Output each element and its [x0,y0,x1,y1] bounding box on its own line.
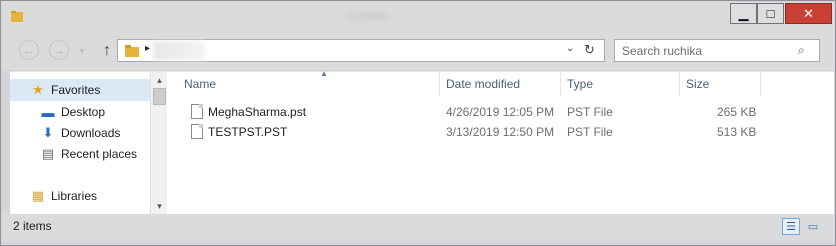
search-placeholder: Search ruchika [622,44,703,58]
column-header-date[interactable]: Date modified [441,72,561,96]
downloads-icon: ⬇ [42,125,54,140]
column-header-name[interactable]: ▲ Name [179,69,440,96]
window-title: ruchika [347,9,386,23]
sidebar-item-downloads[interactable]: ⬇ Downloads [10,122,150,144]
forward-button[interactable]: → [49,40,69,60]
status-bar: 2 items ☰ ▭ [2,214,834,241]
column-header-label: Type [567,77,594,91]
navigation-bar: ← → ▾ ↑ ▸ ⌄ ↻ Search ruchika ⌕ [2,30,834,70]
table-row[interactable]: TESTPST.PST 3/13/2019 12:50 PM PST File … [167,122,787,142]
file-date: 4/26/2019 12:05 PM [446,105,555,119]
up-button[interactable]: ↑ [96,40,118,62]
column-header-type[interactable]: Type [562,72,680,96]
libraries-icon: ▦ [31,188,45,203]
file-list: ▲ Name Date modified Type Size MeghaShar… [167,69,834,215]
search-icon[interactable]: ⌕ [798,43,805,58]
sidebar-item-label: Recent places [61,147,138,161]
close-button[interactable]: ✕ [785,3,832,24]
item-count: 2 items [13,219,52,233]
address-bar[interactable]: ▸ ⌄ ↻ [117,39,605,62]
sidebar-item-recent-places[interactable]: ▤ Recent places [10,143,150,165]
navigation-pane: ★ Favorites ▬ Desktop ⬇ Downloads ▤ Rece… [10,72,150,215]
search-input[interactable]: Search ruchika ⌕ [614,39,820,62]
scroll-down-icon[interactable]: ▾ [151,198,168,215]
recent-locations-button[interactable]: ▾ [75,40,89,62]
minimize-button[interactable]: ▁ [730,3,757,24]
sidebar-item-label: Desktop [61,105,106,119]
scrollbar-thumb[interactable] [153,88,166,105]
file-name: MeghaSharma.pst [208,105,307,119]
file-name: TESTPST.PST [208,125,288,139]
column-header-size[interactable]: Size [681,72,761,96]
large-icons-view-icon[interactable]: ▭ [804,218,822,235]
file-date: 3/13/2019 12:50 PM [446,125,555,139]
column-header-label: Date modified [446,77,521,91]
sidebar-item-label: Downloads [61,126,121,140]
navigation-scrollbar[interactable]: ▴ ▾ [150,72,167,215]
file-size: 513 KB [717,125,757,139]
file-type: PST File [567,105,613,119]
folder-icon [125,45,139,57]
back-button[interactable]: ← [19,40,39,60]
recent-places-icon: ▤ [41,146,55,161]
sidebar-item-label: Favorites [51,83,101,97]
sort-ascending-icon: ▲ [320,69,328,78]
explorer-window: ruchika ▁ □ ✕ ← → ▾ ↑ ▸ ⌄ ↻ Search ruchi… [0,0,836,246]
breadcrumb-chevron-icon[interactable]: ▸ [145,43,150,54]
file-size: 265 KB [717,105,757,119]
folder-icon [11,11,23,22]
title-bar[interactable]: ruchika ▁ □ ✕ [2,2,834,30]
scroll-up-icon[interactable]: ▴ [151,72,168,89]
sidebar-item-desktop[interactable]: ▬ Desktop [10,101,150,123]
refresh-icon[interactable]: ↻ [584,42,595,58]
sidebar-item-label: Libraries [51,189,98,203]
file-icon [191,124,203,139]
content-area: ★ Favorites ▬ Desktop ⬇ Downloads ▤ Rece… [10,69,834,215]
star-icon: ★ [32,82,44,97]
breadcrumb-redacted [153,41,205,60]
sidebar-item-libraries[interactable]: ▦ Libraries [10,185,150,207]
address-dropdown-icon[interactable]: ⌄ [566,43,574,54]
column-header-label: Size [686,77,710,91]
file-type: PST File [567,125,613,139]
file-icon [191,104,203,119]
maximize-button[interactable]: □ [757,3,784,24]
sidebar-item-favorites[interactable]: ★ Favorites [10,79,150,101]
details-view-icon[interactable]: ☰ [782,218,800,235]
desktop-icon: ▬ [41,104,55,120]
table-row[interactable]: MeghaSharma.pst 4/26/2019 12:05 PM PST F… [167,102,787,122]
column-header-label: Name [184,77,217,91]
